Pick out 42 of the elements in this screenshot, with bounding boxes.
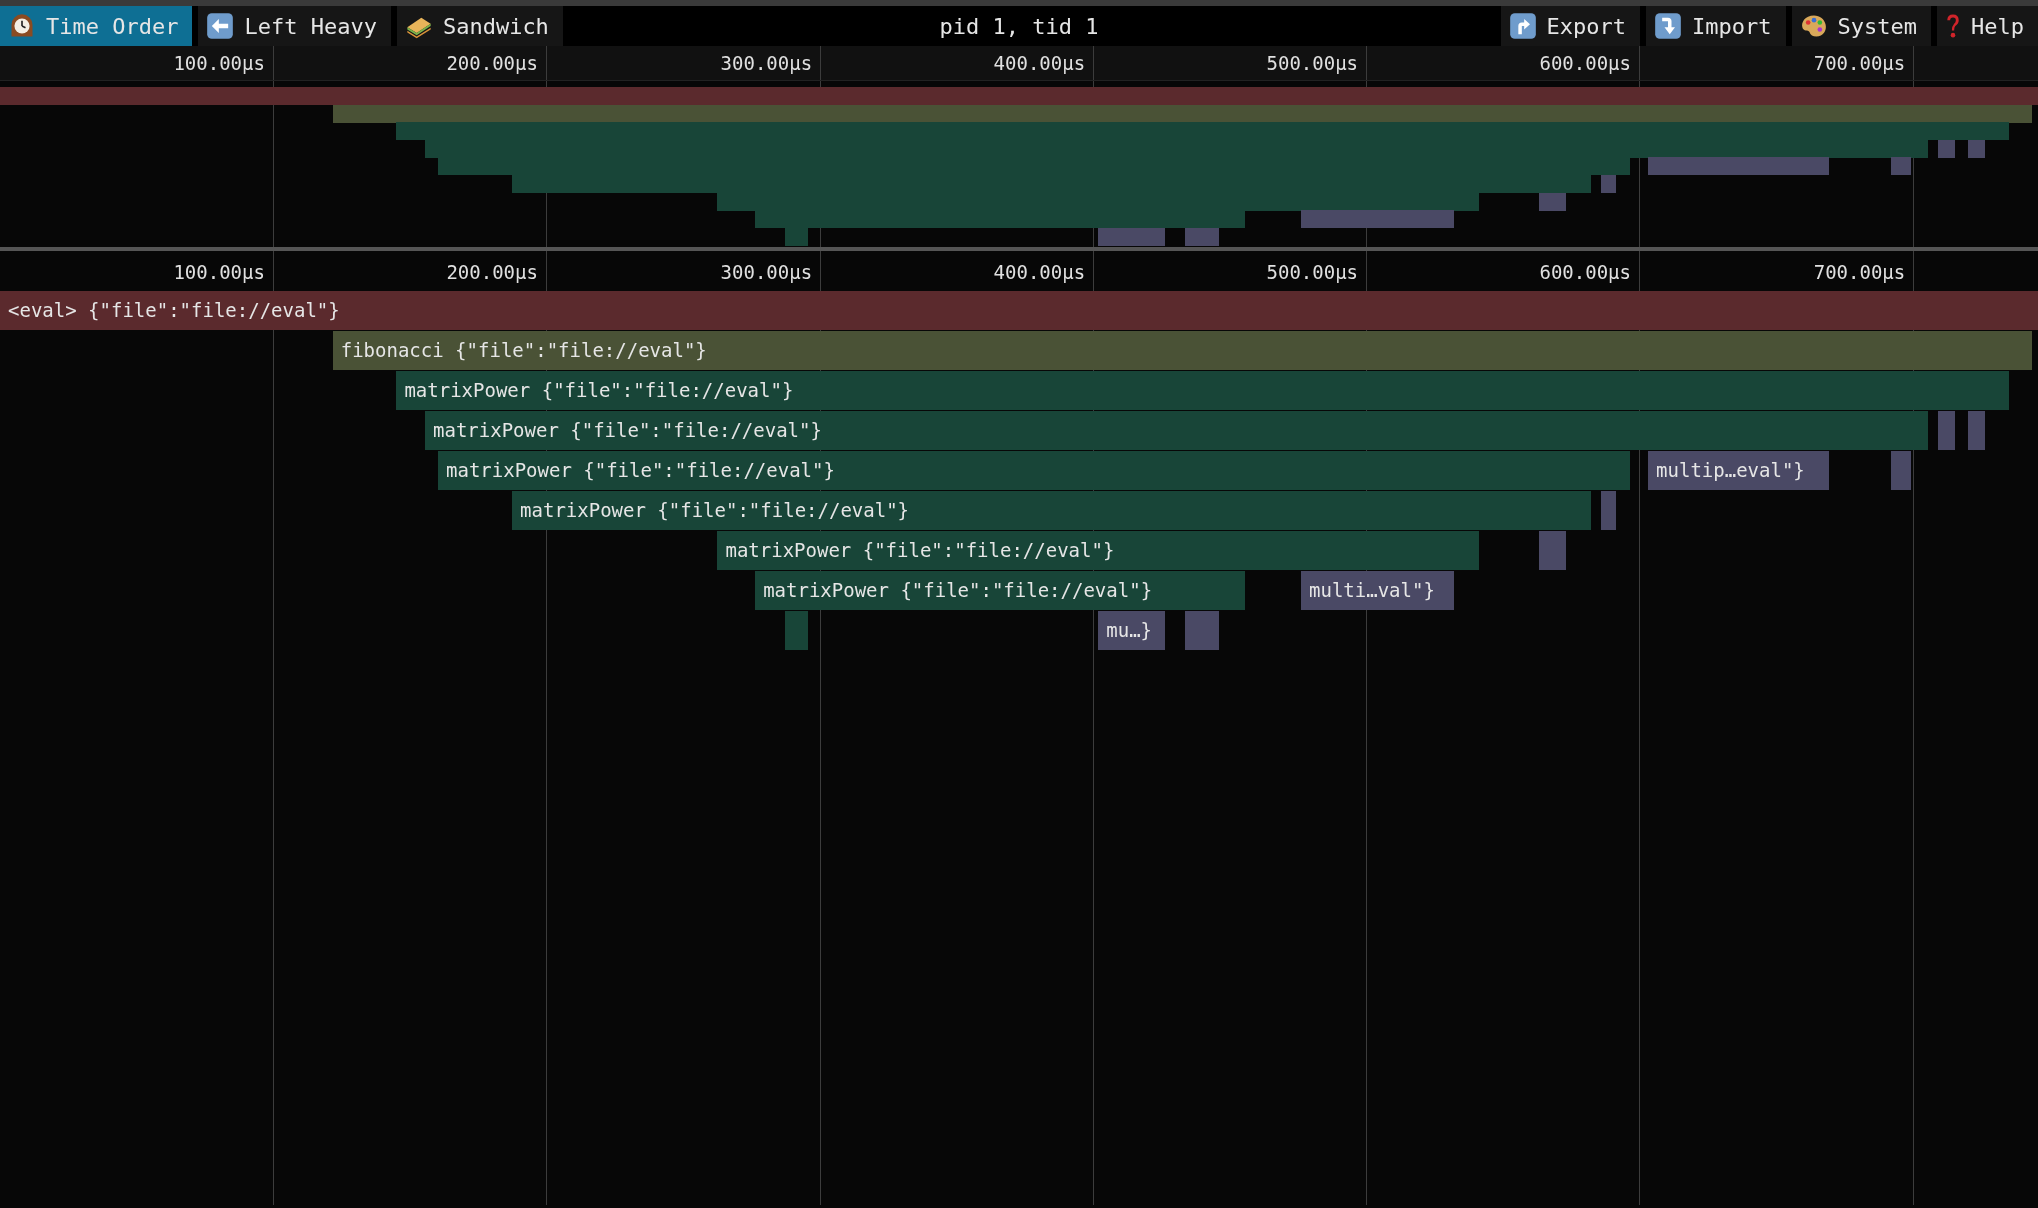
time-axis-label: 200.00µs [446,261,538,283]
time-axis-label: 200.00µs [446,52,538,74]
flame-frame[interactable]: multip…eval"} [1648,451,1829,490]
export-icon [1508,12,1537,40]
flame-frame[interactable]: fibonacci {"file":"file://eval"} [332,331,2032,370]
time-axis-label: 500.00µs [1266,261,1359,283]
time-axis-label: 100.00µs [173,52,265,74]
time-axis-label: 700.00µs [1813,52,1906,74]
time-axis-label: 400.00µs [993,261,1086,283]
time-axis-label: 400.00µs [993,52,1086,74]
time-axis-label: 600.00µs [1539,261,1631,283]
time-axis-label: 600.00µs [1539,52,1631,74]
toolbar-button[interactable]: Help [1937,6,2038,46]
flame-frame[interactable]: matrixPower {"file":"file://eval"} [512,491,1591,530]
flame-frame[interactable] [1937,411,1955,450]
time-axis-label: 700.00µs [1813,261,1906,283]
flame-frame[interactable]: matrixPower {"file":"file://eval"} [396,371,2010,410]
time-axis-label: 300.00µs [720,261,813,283]
flame-frame[interactable] [785,611,809,650]
profile-title: pid 1, tid 1 [939,13,1099,39]
flame-frame[interactable] [1538,531,1567,570]
flame-frame[interactable]: matrixPower {"file":"file://eval"} [755,571,1246,610]
time-axis-label: 500.00µs [1266,52,1359,74]
time-axis-label: 100.00µs [173,261,265,283]
flame-frame[interactable] [1967,411,1985,450]
toolbar-button[interactable]: Import [1646,6,1786,46]
flame-frame[interactable]: matrixPower {"file":"file://eval"} [717,531,1480,570]
flame-frame[interactable]: <eval> {"file":"file://eval"} [0,291,2038,330]
flame-frame[interactable]: mu…} [1098,611,1165,650]
view-tab[interactable]: Time Order [0,6,193,46]
import-icon [1654,12,1683,40]
minimap-overview[interactable] [0,81,2038,247]
toolbar-button[interactable]: Export [1500,6,1641,46]
flame-frame[interactable] [1185,611,1220,650]
question-mark-icon [1945,12,1961,40]
flame-frame[interactable]: matrixPower {"file":"file://eval"} [425,411,1928,450]
view-tab[interactable]: Left Heavy [198,6,391,46]
view-tab[interactable]: Sandwich [396,6,563,46]
time-axis-label: 300.00µs [720,52,813,74]
flame-frame[interactable]: matrixPower {"file":"file://eval"} [438,451,1630,490]
flame-frame[interactable]: multi…val"} [1301,571,1455,610]
toolbar-button[interactable]: System [1791,6,1931,46]
